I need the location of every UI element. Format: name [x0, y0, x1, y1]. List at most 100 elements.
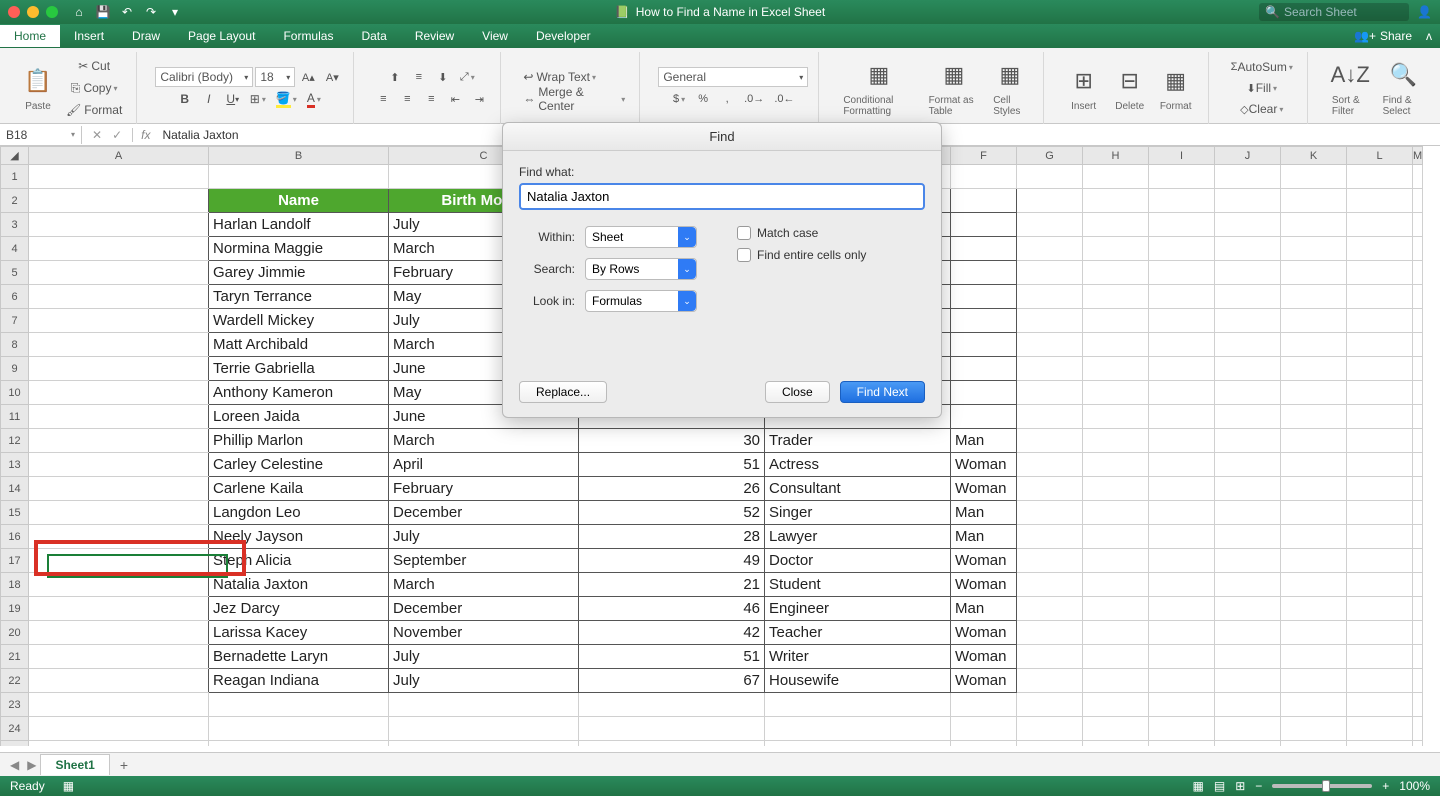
col-header-K[interactable]: K — [1281, 147, 1347, 165]
cell[interactable]: Trader — [765, 429, 951, 453]
cell[interactable]: Wardell Mickey — [209, 309, 389, 333]
cell[interactable] — [1083, 741, 1149, 747]
cell[interactable]: Anthony Kameron — [209, 381, 389, 405]
cell[interactable] — [1215, 429, 1281, 453]
cell[interactable] — [1017, 693, 1083, 717]
tab-formulas[interactable]: Formulas — [269, 25, 347, 47]
cell[interactable] — [1083, 213, 1149, 237]
cell[interactable] — [951, 285, 1017, 309]
cell[interactable] — [29, 261, 209, 285]
cell[interactable] — [1083, 645, 1149, 669]
font-color-button[interactable]: A — [303, 89, 325, 109]
cell[interactable] — [1083, 429, 1149, 453]
cell[interactable]: 51 — [579, 645, 765, 669]
cell[interactable] — [1281, 237, 1347, 261]
cell[interactable] — [1215, 405, 1281, 429]
cell[interactable] — [1017, 501, 1083, 525]
cell[interactable] — [1281, 669, 1347, 693]
col-header-L[interactable]: L — [1347, 147, 1413, 165]
cell[interactable] — [1149, 453, 1215, 477]
fill-button[interactable]: ⬇ Fill — [1227, 78, 1297, 98]
cell[interactable] — [1347, 477, 1413, 501]
maximize-window-icon[interactable] — [46, 6, 58, 18]
search-select[interactable]: By Rows⌄ — [585, 258, 697, 280]
cell[interactable]: Writer — [765, 645, 951, 669]
cell[interactable] — [1083, 597, 1149, 621]
cell[interactable] — [1413, 525, 1423, 549]
row-header-4[interactable]: 4 — [1, 237, 29, 261]
cell[interactable] — [209, 693, 389, 717]
cell[interactable]: Engineer — [765, 597, 951, 621]
cell[interactable] — [1149, 285, 1215, 309]
find-select-button[interactable]: 🔍Find & Select — [1377, 57, 1430, 119]
cell[interactable] — [29, 165, 209, 189]
cell[interactable] — [1413, 597, 1423, 621]
cell[interactable]: Woman — [951, 621, 1017, 645]
cell[interactable] — [1281, 621, 1347, 645]
cell[interactable] — [1215, 189, 1281, 213]
cell[interactable]: Jez Darcy — [209, 597, 389, 621]
cell[interactable] — [951, 405, 1017, 429]
cell[interactable] — [951, 333, 1017, 357]
cell[interactable]: Name — [209, 189, 389, 213]
minimize-window-icon[interactable] — [27, 6, 39, 18]
copy-button[interactable]: ⎘ Copy — [62, 78, 126, 98]
cell[interactable]: July — [389, 645, 579, 669]
cell[interactable] — [1017, 405, 1083, 429]
cell[interactable]: Terrie Gabriella — [209, 357, 389, 381]
increase-font-button[interactable]: A▴ — [297, 67, 319, 87]
cell[interactable] — [1083, 381, 1149, 405]
tab-page-layout[interactable]: Page Layout — [174, 25, 269, 47]
cell[interactable]: Housewife — [765, 669, 951, 693]
cell[interactable]: July — [389, 669, 579, 693]
cell[interactable] — [579, 717, 765, 741]
cell[interactable] — [1347, 621, 1413, 645]
cell[interactable] — [1017, 669, 1083, 693]
cell[interactable] — [1017, 357, 1083, 381]
formula-value[interactable]: Natalia Jaxton — [158, 128, 242, 142]
cell[interactable] — [389, 741, 579, 747]
align-right-button[interactable]: ≡ — [420, 89, 442, 109]
cell[interactable]: Steph Alicia — [209, 549, 389, 573]
cell[interactable] — [1281, 525, 1347, 549]
underline-button[interactable]: U▾ — [222, 89, 244, 109]
cell[interactable] — [1215, 165, 1281, 189]
italic-button[interactable]: I — [198, 89, 220, 109]
cell[interactable] — [1083, 261, 1149, 285]
cell[interactable] — [1215, 573, 1281, 597]
zoom-slider[interactable] — [1272, 784, 1372, 788]
cell[interactable] — [1413, 165, 1423, 189]
cell[interactable] — [1149, 405, 1215, 429]
cell[interactable] — [29, 525, 209, 549]
cell[interactable] — [951, 693, 1017, 717]
cell[interactable]: February — [389, 477, 579, 501]
align-left-button[interactable]: ≡ — [372, 89, 394, 109]
cell[interactable]: 51 — [579, 453, 765, 477]
cell[interactable] — [1149, 741, 1215, 747]
cell[interactable] — [1347, 669, 1413, 693]
cell[interactable]: Actress — [765, 453, 951, 477]
cell[interactable]: Woman — [951, 669, 1017, 693]
row-header-21[interactable]: 21 — [1, 645, 29, 669]
view-layout-icon[interactable]: ▤ — [1214, 779, 1225, 793]
cell[interactable] — [29, 429, 209, 453]
cell[interactable] — [1281, 501, 1347, 525]
cell[interactable]: Consultant — [765, 477, 951, 501]
cell[interactable] — [1215, 501, 1281, 525]
cell[interactable] — [1083, 165, 1149, 189]
cell[interactable] — [1215, 237, 1281, 261]
cell[interactable] — [951, 357, 1017, 381]
zoom-out-icon[interactable]: − — [1255, 779, 1262, 793]
find-next-button[interactable]: Find Next — [840, 381, 925, 403]
cell[interactable] — [1281, 693, 1347, 717]
cell[interactable] — [1281, 381, 1347, 405]
tab-view[interactable]: View — [468, 25, 522, 47]
cell[interactable] — [1215, 261, 1281, 285]
cell[interactable] — [1347, 645, 1413, 669]
cell[interactable]: Harlan Landolf — [209, 213, 389, 237]
cell[interactable] — [1083, 405, 1149, 429]
cell[interactable]: Man — [951, 597, 1017, 621]
cell[interactable]: Normina Maggie — [209, 237, 389, 261]
delete-cells-button[interactable]: ⊟Delete — [1108, 63, 1152, 114]
cell[interactable]: 30 — [579, 429, 765, 453]
